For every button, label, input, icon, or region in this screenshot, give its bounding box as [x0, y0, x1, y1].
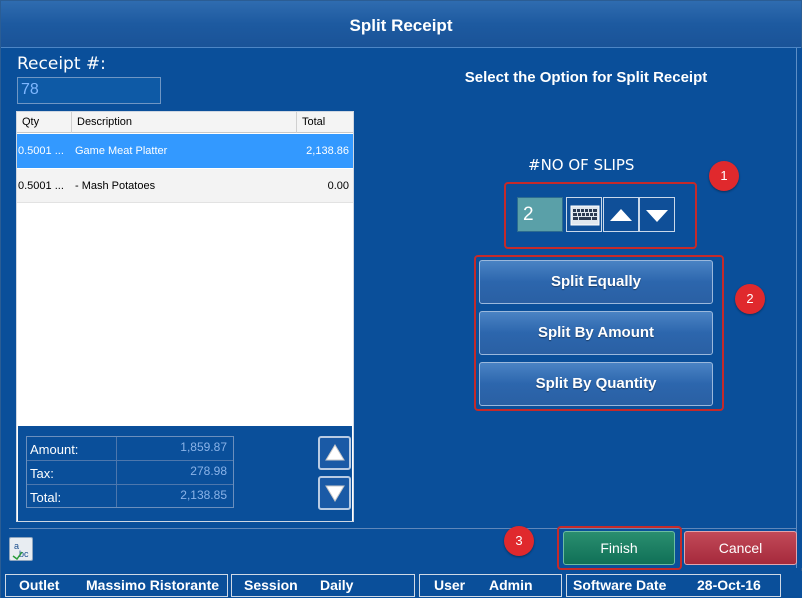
amount-row: Amount: 1,859.87 — [27, 437, 233, 461]
increment-button[interactable] — [603, 197, 639, 232]
row-total: 0.00 — [327, 180, 349, 192]
total-row: Total: 2,138.85 — [27, 485, 233, 509]
grid-header: Qty Description Total — [17, 112, 353, 133]
finish-button[interactable]: Finish — [563, 531, 675, 565]
receipt-items-grid: Qty Description Total 0.5001 ... Game Me… — [16, 111, 354, 522]
scroll-up-button[interactable] — [318, 436, 351, 470]
keyboard-icon — [570, 205, 600, 226]
status-session-value: Daily — [320, 577, 354, 593]
tax-row: Tax: 278.98 — [27, 461, 233, 485]
step-badge-2: 2 — [735, 284, 765, 314]
decrement-button[interactable] — [639, 197, 675, 232]
totals-panel: Amount: 1,859.87 Tax: 278.98 Total: 2,13… — [18, 426, 352, 521]
window-right-edge — [796, 48, 802, 568]
column-header-total[interactable]: Total — [297, 112, 353, 133]
step-badge-1: 1 — [709, 161, 739, 191]
status-bar: Outlet Massimo Ristorante Session Daily … — [1, 571, 802, 598]
keyboard-button[interactable] — [566, 197, 602, 232]
table-row[interactable]: 0.5001 ... Game Meat Platter 2,138.86 — [17, 134, 353, 168]
spellcheck-button[interactable]: a bc — [9, 537, 33, 561]
status-software-date: Software Date 28-Oct-16 — [566, 574, 781, 597]
row-qty: 0.5001 ... — [18, 145, 64, 157]
step-badge-3: 3 — [504, 526, 534, 556]
arrow-down-icon — [646, 210, 668, 222]
amount-label: Amount: — [30, 442, 79, 457]
status-outlet-value: Massimo Ristorante — [86, 577, 220, 593]
status-user-value: Admin — [489, 577, 533, 593]
status-user-label: User — [434, 577, 466, 593]
arrow-up-icon — [610, 209, 632, 221]
amount-value: 1,859.87 — [180, 440, 227, 454]
table-row[interactable]: 0.5001 ... - Mash Potatoes 0.00 — [17, 169, 353, 203]
status-date-value: 28-Oct-16 — [697, 577, 761, 593]
column-header-qty[interactable]: Qty — [17, 112, 72, 133]
cancel-button[interactable]: Cancel — [684, 531, 797, 565]
split-by-quantity-button[interactable]: Split By Quantity — [479, 362, 713, 406]
status-user: User Admin — [419, 574, 562, 597]
status-session-label: Session — [244, 577, 298, 593]
tax-value: 278.98 — [190, 464, 227, 478]
status-outlet: Outlet Massimo Ristorante — [5, 574, 228, 597]
tax-label: Tax: — [30, 466, 54, 481]
row-total: 2,138.86 — [306, 145, 349, 157]
receipt-number-field[interactable]: 78 — [17, 77, 161, 104]
column-header-description[interactable]: Description — [72, 112, 297, 133]
spellcheck-icon: a bc — [12, 541, 29, 561]
totals-table: Amount: 1,859.87 Tax: 278.98 Total: 2,13… — [26, 436, 234, 508]
split-equally-button[interactable]: Split Equally — [479, 260, 713, 304]
window-title: Split Receipt — [1, 1, 801, 48]
row-qty: 0.5001 ... — [18, 180, 64, 192]
status-session: Session Daily — [231, 574, 415, 597]
scroll-down-button[interactable] — [318, 476, 351, 510]
slips-count-field[interactable]: 2 — [517, 197, 563, 232]
split-by-amount-button[interactable]: Split By Amount — [479, 311, 713, 355]
total-label: Total: — [30, 490, 62, 505]
status-date-label: Software Date — [573, 577, 667, 593]
total-value: 2,138.85 — [180, 488, 227, 502]
row-description: - Mash Potatoes — [75, 180, 156, 192]
slips-label: #NO OF SLIPS — [528, 156, 635, 174]
scroll-down-icon — [325, 485, 345, 502]
receipt-number-label: Receipt #: — [17, 54, 106, 74]
split-options-title: Select the Option for Split Receipt — [464, 69, 708, 86]
row-description: Game Meat Platter — [75, 145, 168, 157]
status-outlet-label: Outlet — [19, 577, 60, 593]
scroll-up-icon — [325, 444, 345, 461]
split-receipt-window: Split Receipt Receipt #: 78 Qty Descript… — [0, 0, 802, 598]
